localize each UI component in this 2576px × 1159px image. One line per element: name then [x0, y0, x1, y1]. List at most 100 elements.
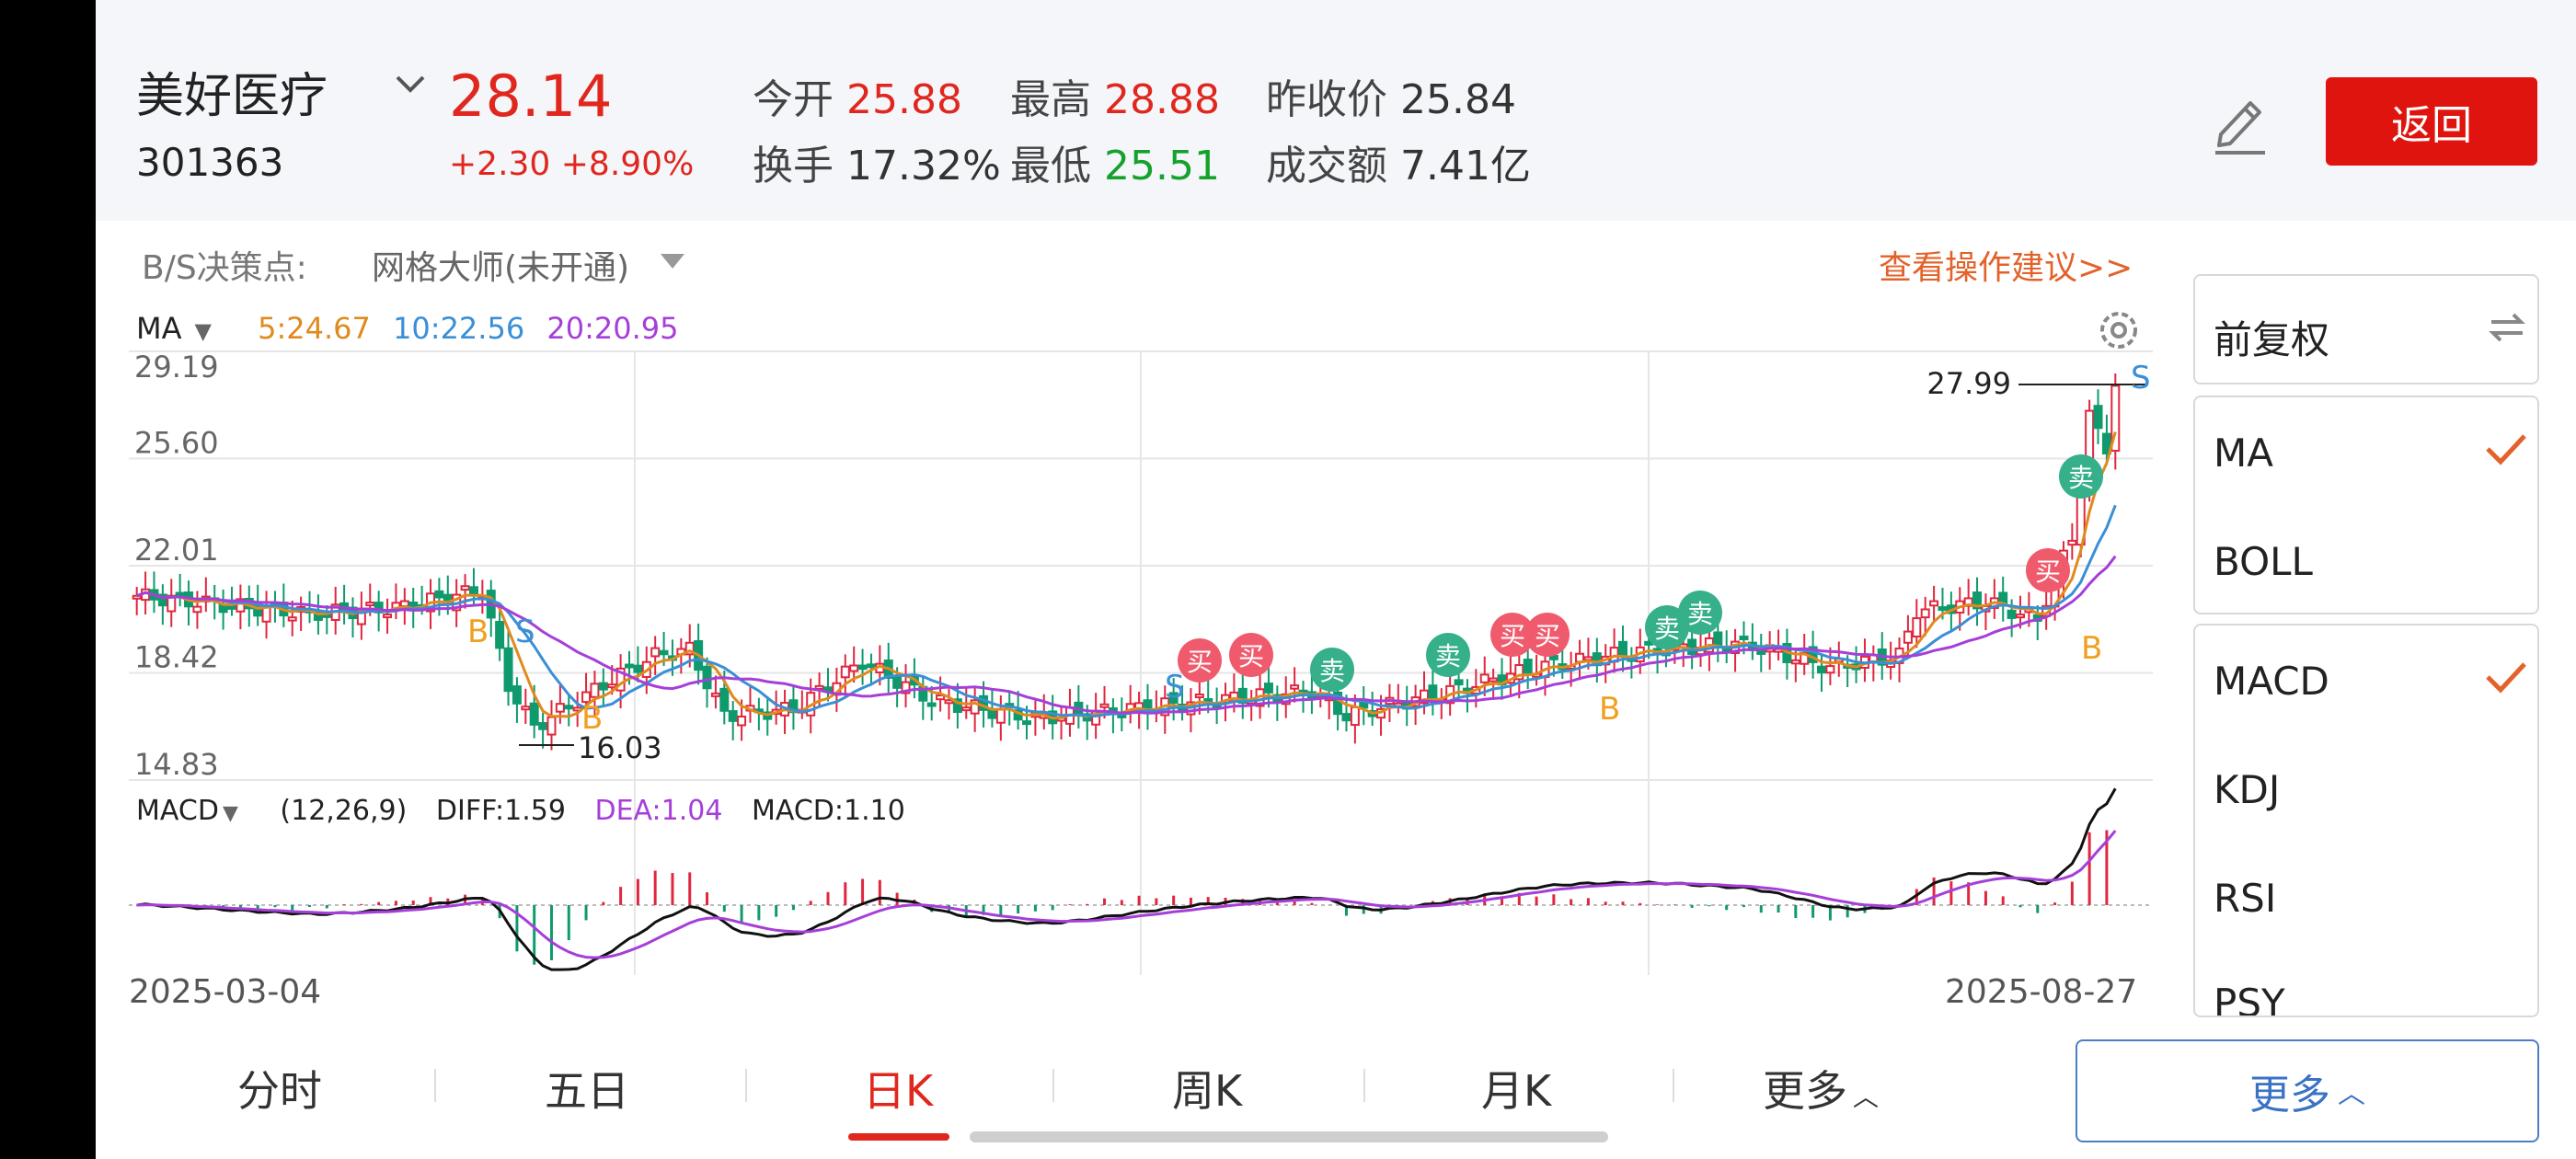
grid-strategy-selector[interactable]: 网格大师(未开通)	[372, 241, 629, 289]
tab-more[interactable]: 更多 ︿	[1763, 1058, 1879, 1119]
candle-body	[849, 664, 859, 672]
view-advice-link[interactable]: 查看操作建议>>	[1879, 241, 2133, 289]
stock-code: 301363	[136, 140, 284, 185]
candle-body	[2016, 614, 2025, 619]
tab-weekly-k[interactable]: 周K	[1172, 1058, 1242, 1119]
quote-high-value: 28.88	[1104, 76, 1220, 123]
tab-monthly-k[interactable]: 月K	[1481, 1058, 1551, 1119]
bs-marker: S	[515, 614, 535, 650]
bs-marker: B	[2081, 630, 2102, 667]
sub-indicator-list: MACD KDJ RSI PSY	[2193, 624, 2539, 1017]
candle-body	[719, 687, 730, 712]
macd-value: MACD:1.10	[751, 795, 905, 827]
chevron-down-icon[interactable]	[392, 66, 429, 103]
back-button[interactable]: 返回	[2326, 77, 2537, 166]
x-start-date: 2025-03-04	[129, 973, 322, 1011]
caret-down-icon[interactable]: ▼	[223, 802, 238, 825]
candle-body	[1099, 703, 1110, 708]
candle-body	[538, 722, 548, 730]
adjust-selector[interactable]: 前复权	[2193, 274, 2539, 384]
active-tab-indicator	[848, 1133, 949, 1141]
candle-body	[702, 665, 712, 690]
sell-signal-label: 卖	[1435, 641, 1461, 671]
bs-marker: S	[2131, 360, 2151, 396]
candle-body	[857, 664, 868, 671]
more-button-label: 更多	[2249, 1072, 2330, 1119]
candle-body	[1938, 606, 1948, 612]
check-icon	[2486, 662, 2526, 694]
macd-selector[interactable]: MACD	[136, 795, 219, 827]
swap-icon[interactable]	[2486, 307, 2528, 348]
y-tick-label: 22.01	[134, 533, 219, 568]
candle-body	[1523, 659, 1533, 674]
candle-body	[1817, 665, 1826, 674]
quote-turnover-value: 17.32%	[846, 143, 1001, 189]
candle-body	[1618, 640, 1627, 657]
tab-intraday[interactable]: 分时	[237, 1058, 322, 1119]
candle-body	[503, 647, 513, 693]
candle-body	[598, 682, 608, 691]
candle-body	[512, 685, 522, 705]
quote-low-label: 最低	[1010, 143, 1091, 189]
candle-body	[555, 703, 565, 713]
candle-body	[2007, 609, 2017, 619]
caret-down-icon[interactable]	[657, 248, 688, 276]
candle-body	[710, 692, 720, 697]
quote-turnover-label: 换手	[753, 143, 834, 189]
sell-signal-label: 卖	[1687, 599, 1713, 629]
candle-body	[650, 647, 661, 658]
indicator-psy[interactable]: PSY	[2214, 981, 2285, 1016]
candle-body	[961, 706, 972, 712]
tab-more-label: 更多	[1763, 1066, 1847, 1116]
quote-high-label: 最高	[1010, 76, 1091, 123]
quote-volume: 成交额 7.41亿	[1266, 132, 1531, 191]
current-price: 28.14	[449, 63, 613, 130]
candle-body	[866, 663, 876, 669]
high-marker: 27.99	[1926, 366, 2011, 401]
candle-body	[287, 616, 297, 622]
stock-name[interactable]: 美好医疗	[136, 57, 328, 126]
chevron-up-icon: ︿	[1853, 1082, 1880, 1112]
y-tick-label: 18.42	[134, 640, 219, 675]
candle-body	[468, 586, 478, 595]
buy-signal-label: 买	[1535, 621, 1560, 651]
tab-divider	[745, 1069, 747, 1102]
candle-body	[227, 604, 236, 610]
candle-body	[1290, 684, 1300, 690]
bs-decision-label: B/S决策点:	[142, 249, 307, 287]
quote-volume-label: 成交额	[1266, 143, 1387, 189]
indicator-ma[interactable]: MA	[2214, 430, 2273, 476]
pencil-icon[interactable]	[2208, 88, 2272, 156]
buy-signal-label: 买	[1187, 647, 1213, 677]
buy-signal-label: 买	[1238, 641, 1264, 671]
more-button[interactable]: 更多 ︿	[2076, 1039, 2539, 1142]
macd-params: (12,26,9)	[280, 795, 408, 827]
buy-signal-label: 买	[1500, 621, 1525, 651]
candle-body	[434, 590, 444, 599]
candle-body	[1428, 684, 1438, 701]
indicator-kdj[interactable]: KDJ	[2214, 767, 2280, 812]
indicator-rsi[interactable]: RSI	[2214, 876, 2276, 921]
horizontal-scrollbar[interactable]	[970, 1131, 1608, 1142]
tab-divider	[1673, 1069, 1674, 1102]
candle-body	[659, 649, 669, 656]
candle-body	[607, 683, 617, 689]
candle-body	[737, 715, 747, 727]
candle-body	[546, 716, 557, 736]
candle-body	[840, 665, 850, 679]
candle-body	[175, 591, 185, 597]
quote-prev-label: 昨收价	[1266, 76, 1387, 123]
macd-legend: MACD ▼ (12,26,9) DIFF:1.59 DEA:1.04 MACD:…	[136, 795, 926, 827]
kline-chart[interactable]: 29.1925.6022.0118.4214.8327.9916.03B SBSB…	[96, 340, 2156, 984]
candle-body	[728, 710, 738, 722]
indicator-macd[interactable]: MACD	[2214, 659, 2329, 704]
indicator-boll[interactable]: BOLL	[2214, 539, 2313, 584]
candle-body	[1739, 636, 1749, 641]
quote-turnover: 换手 17.32%	[753, 132, 1001, 191]
tab-daily-k[interactable]: 日K	[863, 1058, 933, 1119]
tab-five-day[interactable]: 五日	[545, 1058, 629, 1119]
sell-signal-label: 卖	[2068, 463, 2094, 493]
x-end-date: 2025-08-27	[1945, 973, 2138, 1011]
candle-body	[1454, 679, 1464, 686]
candle-body	[1929, 600, 1939, 607]
